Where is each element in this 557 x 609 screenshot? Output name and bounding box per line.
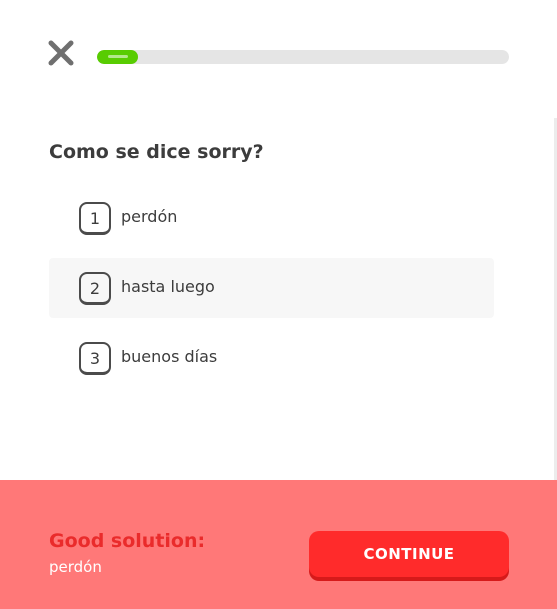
continue-button[interactable]: CONTINUE xyxy=(309,531,509,577)
option-label: hasta luego xyxy=(121,277,215,296)
close-icon xyxy=(47,39,75,67)
correct-answer-text: perdón xyxy=(49,558,102,576)
progress-highlight xyxy=(108,55,128,58)
lesson-progress-fill xyxy=(97,50,139,64)
feedback-banner: Good solution: perdón CONTINUE xyxy=(0,480,557,609)
answer-option-2[interactable]: 2 hasta luego xyxy=(49,258,494,318)
option-key-badge: 1 xyxy=(79,202,111,235)
option-label: perdón xyxy=(121,207,178,226)
lesson-progress-bar xyxy=(97,50,509,64)
answer-option-3[interactable]: 3 buenos días xyxy=(49,328,494,388)
answer-options: 1 perdón 2 hasta luego 3 buenos días xyxy=(49,188,494,398)
close-button[interactable] xyxy=(47,39,75,67)
answer-option-1[interactable]: 1 perdón xyxy=(49,188,494,248)
option-key-badge: 3 xyxy=(79,342,111,375)
feedback-title: Good solution: xyxy=(49,530,206,552)
option-label: buenos días xyxy=(121,347,218,366)
question-prompt: Como se dice sorry? xyxy=(49,141,264,163)
option-key-badge: 2 xyxy=(79,272,111,305)
